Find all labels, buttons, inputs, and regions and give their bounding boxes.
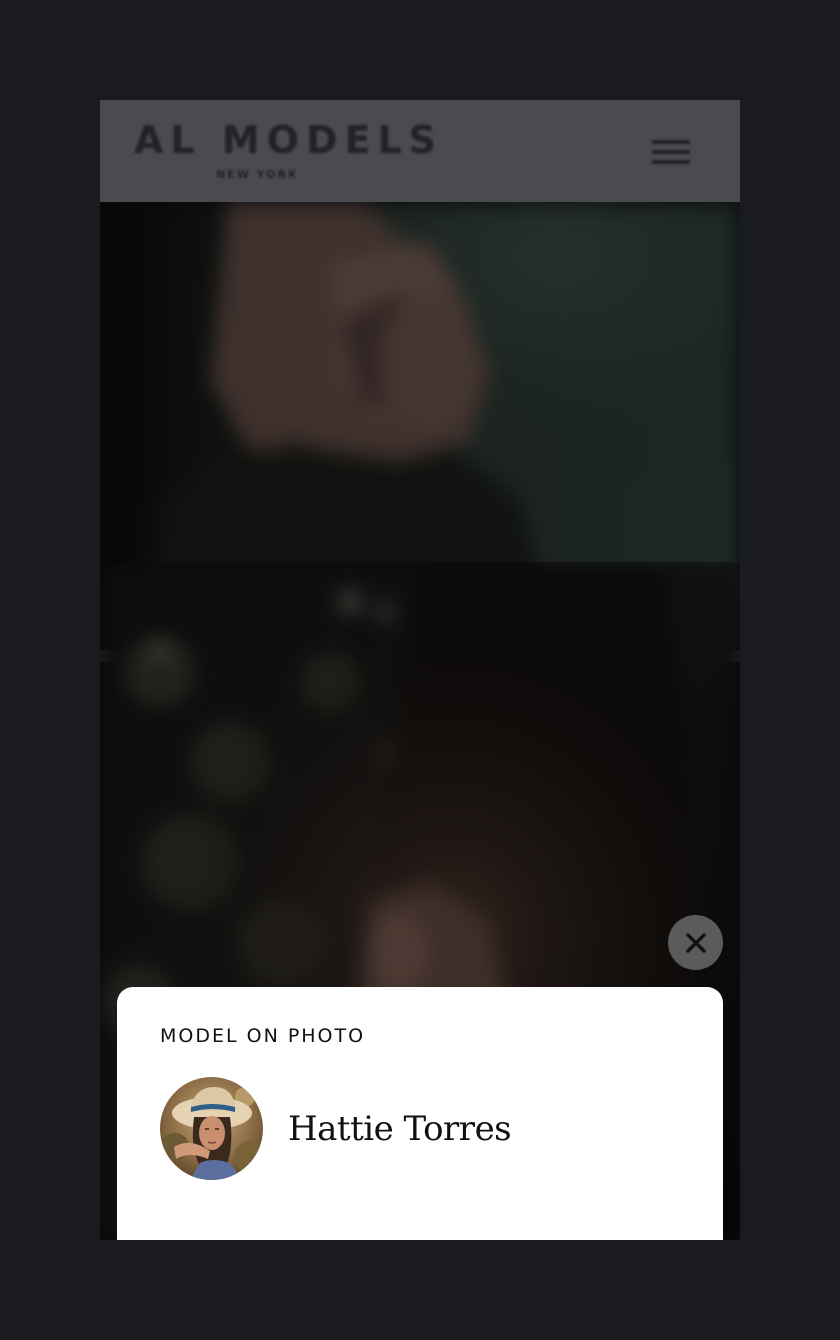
close-icon: [685, 932, 706, 953]
hamburger-menu-icon[interactable]: [648, 136, 694, 168]
model-info-sheet: MODEL ON PHOTO Hattie Torres: [117, 987, 723, 1240]
site-logo-subtitle: NEW YORK: [216, 168, 299, 181]
sheet-title: MODEL ON PHOTO: [160, 1025, 366, 1047]
model-avatar[interactable]: [160, 1077, 263, 1180]
close-button[interactable]: [668, 915, 723, 970]
site-header: AL MODELS NEW YORK: [100, 100, 740, 202]
model-name[interactable]: Hattie Torres: [288, 1109, 512, 1149]
model-card[interactable]: Hattie Torres: [160, 1077, 512, 1180]
site-logo[interactable]: AL MODELS: [134, 118, 443, 162]
